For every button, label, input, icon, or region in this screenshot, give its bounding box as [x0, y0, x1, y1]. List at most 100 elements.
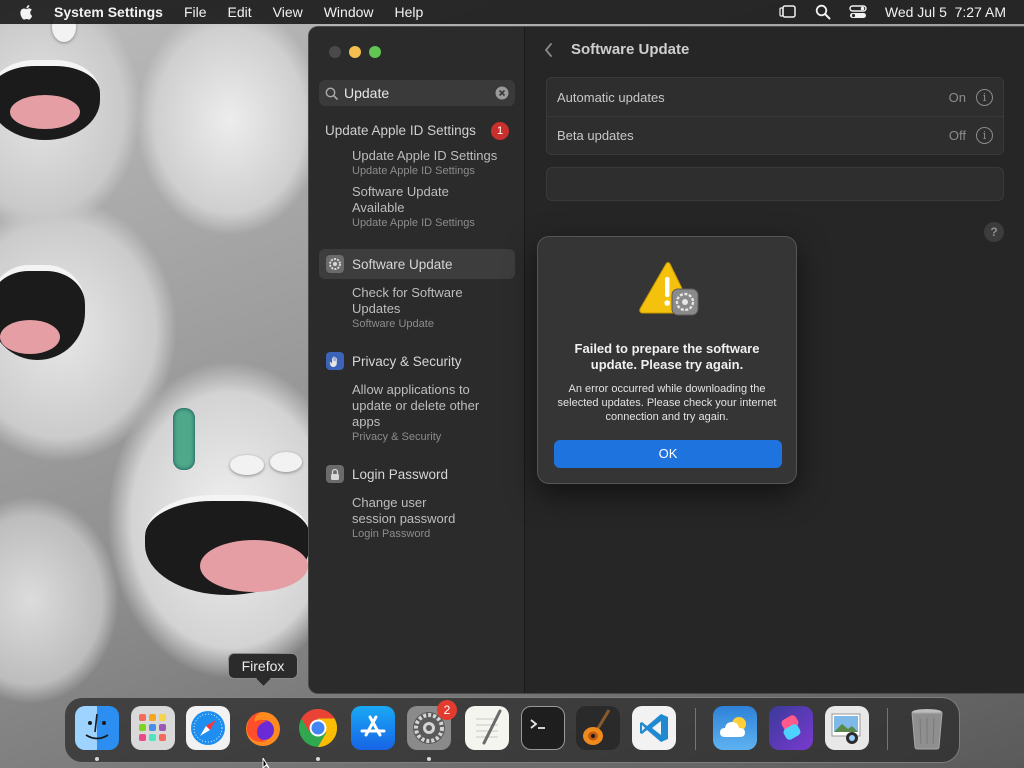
sidebar-subitem-subtitle: Privacy & Security	[352, 431, 442, 443]
menu-view[interactable]: View	[273, 4, 303, 20]
trash-icon	[911, 709, 943, 750]
wallpaper-eye	[270, 452, 302, 472]
menu-app-name[interactable]: System Settings	[54, 4, 163, 20]
sidebar-subitem-title: Allow applications to update or delete o…	[352, 382, 480, 429]
sidebar-subitem-subtitle: Login Password	[352, 528, 431, 540]
sidebar-group-software-update: Software Update Check for Software Updat…	[309, 249, 525, 331]
sidebar-subitem[interactable]: Software Update Available Update Apple I…	[309, 184, 489, 230]
sidebar-subitem-title: Check for Software Updates	[352, 285, 463, 316]
sidebar-group-login-password: Login Password Change user session passw…	[309, 459, 525, 541]
launchpad-icon	[139, 714, 166, 741]
search-value: Update	[344, 85, 390, 101]
info-icon[interactable]: i	[976, 127, 993, 144]
dock-chrome[interactable]	[296, 706, 340, 750]
info-icon[interactable]: i	[976, 88, 993, 106]
firefox-icon	[246, 712, 280, 746]
sidebar-subitem-title: Software Update Available	[352, 184, 449, 215]
dock-tooltip: Firefox	[228, 653, 298, 679]
menu-help[interactable]: Help	[395, 4, 424, 20]
dock-shortcuts[interactable]	[769, 706, 813, 750]
help-button[interactable]: ?	[984, 222, 1004, 242]
row-label: Automatic updates	[557, 89, 665, 105]
sidebar-subitem[interactable]: Check for Software Updates Software Upda…	[309, 285, 499, 331]
wallpaper-tongue	[200, 540, 308, 592]
sidebar-item-label: Login Password	[352, 466, 449, 482]
control-center-icon[interactable]	[849, 4, 867, 20]
content-header: Software Update	[544, 41, 689, 58]
sidebar-subitem-subtitle: Update Apple ID Settings	[352, 217, 475, 229]
terminal-prompt-icon	[530, 719, 545, 729]
zoom-window-button[interactable]	[369, 46, 381, 58]
gear-icon	[326, 255, 344, 273]
wallpaper-tongue	[0, 320, 60, 354]
dock-separator	[695, 708, 696, 750]
sidebar-subitem[interactable]: Update Apple ID Settings Update Apple ID…	[309, 148, 525, 178]
page-title: Software Update	[571, 41, 690, 58]
lock-icon	[326, 465, 344, 483]
dock-separator	[887, 708, 888, 750]
alert-title: Failed to prepare the software update. P…	[574, 341, 760, 372]
sidebar-item-login-password[interactable]: Login Password	[319, 459, 515, 489]
minimize-window-button[interactable]	[349, 46, 361, 58]
sidebar-subitem-title: Change user session password	[352, 495, 456, 526]
sidebar-group-apple-id: Update Apple ID Settings 1 Update Apple …	[309, 122, 525, 230]
dock-app-store[interactable]	[351, 706, 395, 750]
dock-vscode[interactable]	[632, 706, 676, 750]
dock-preview[interactable]	[825, 706, 869, 750]
sidebar-subitem-title: Update Apple ID Settings	[352, 148, 498, 163]
dock-firefox[interactable]	[241, 706, 285, 750]
search-input[interactable]: Update	[319, 80, 515, 106]
app-store-icon	[360, 715, 386, 737]
search-icon	[325, 87, 338, 100]
shortcuts-icon	[781, 715, 801, 740]
error-alert-dialog: Failed to prepare the software update. P…	[537, 236, 797, 484]
vscode-icon	[640, 714, 668, 742]
dock-finder[interactable]	[75, 706, 119, 750]
dock-textedit[interactable]	[465, 706, 509, 750]
back-chevron-icon[interactable]	[544, 42, 553, 57]
dock-trash[interactable]	[905, 706, 949, 750]
sidebar-subitem[interactable]: Change user session password Login Passw…	[309, 495, 479, 541]
warning-icon	[639, 262, 699, 316]
menu-edit[interactable]: Edit	[228, 4, 252, 20]
dock-launchpad[interactable]	[131, 706, 175, 750]
apple-logo-icon[interactable]	[18, 3, 36, 21]
ok-button[interactable]: OK	[554, 440, 782, 468]
stage-manager-icon[interactable]	[779, 4, 797, 20]
dock-badge: 2	[437, 700, 457, 720]
menubar-clock[interactable]: Wed Jul 5 7:27 AM	[885, 4, 1006, 20]
menu-window[interactable]: Window	[324, 4, 374, 20]
guitar-icon	[583, 709, 611, 745]
menu-bar: System Settings File Edit View Window He…	[0, 0, 1024, 24]
dock-terminal[interactable]	[521, 706, 565, 750]
dock-garageband[interactable]	[576, 706, 620, 750]
menu-file[interactable]: File	[184, 4, 207, 20]
sidebar-item-software-update[interactable]: Software Update	[319, 249, 515, 279]
weather-cloud-icon	[720, 717, 746, 737]
update-settings-panel: Automatic updates On i Beta updates Off …	[546, 77, 1004, 155]
dock: 2	[64, 697, 960, 763]
wallpaper-eye	[173, 408, 195, 470]
row-value: On	[948, 89, 966, 105]
sidebar: Update Update Apple ID Settings 1 Update…	[309, 27, 525, 693]
safari-compass-icon	[191, 711, 225, 745]
close-window-button[interactable]	[329, 46, 341, 58]
dock-system-settings[interactable]: 2	[407, 700, 457, 750]
preview-photos-icon	[831, 713, 861, 744]
hand-icon	[326, 352, 344, 370]
sidebar-item-privacy-security[interactable]: Privacy & Security	[319, 346, 515, 376]
notification-badge: 1	[491, 122, 509, 140]
sidebar-subitem[interactable]: Allow applications to update or delete o…	[309, 382, 489, 444]
wallpaper-tongue	[10, 95, 80, 129]
clear-search-icon[interactable]	[495, 86, 509, 100]
running-indicator	[427, 757, 431, 761]
sidebar-subitem-subtitle: Update Apple ID Settings	[352, 165, 475, 177]
dock-weather[interactable]	[713, 706, 757, 750]
row-label: Beta updates	[557, 128, 634, 143]
chrome-icon	[299, 708, 338, 748]
spotlight-search-icon[interactable]	[815, 4, 831, 20]
running-indicator	[316, 757, 320, 761]
automatic-updates-row: Automatic updates On i	[547, 78, 1003, 116]
dock-safari[interactable]	[186, 706, 230, 750]
beta-updates-row: Beta updates Off i	[547, 116, 1003, 154]
